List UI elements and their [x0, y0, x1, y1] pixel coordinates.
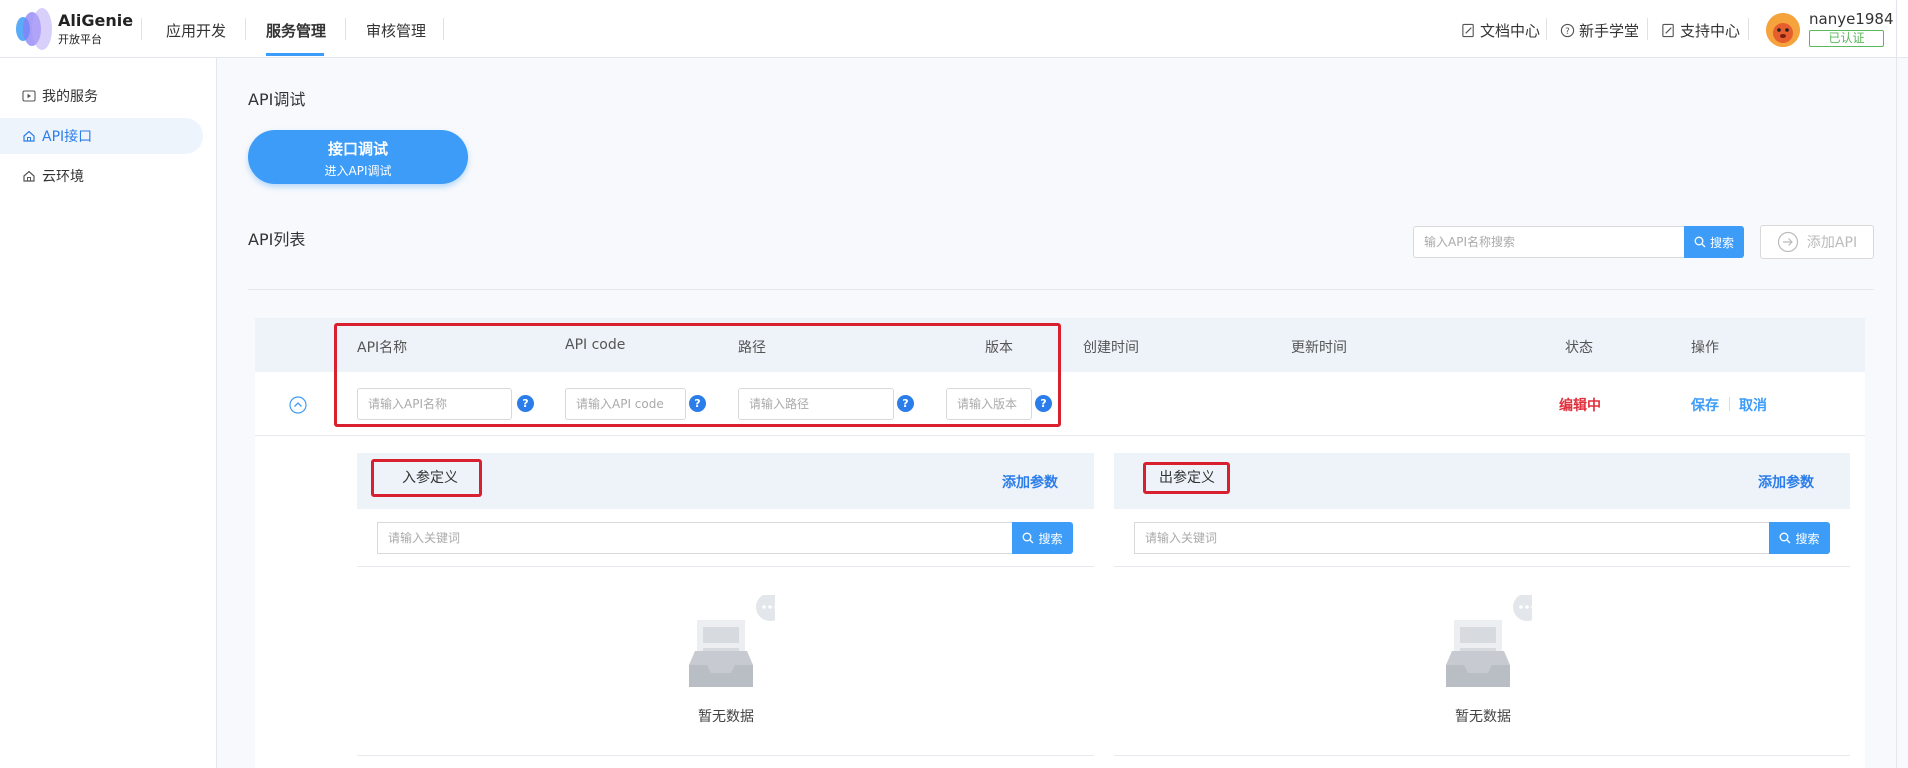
divider — [245, 18, 246, 40]
api-search-button[interactable]: 搜索 — [1684, 226, 1744, 258]
divider — [1896, 0, 1897, 58]
empty-inbox-icon — [689, 595, 775, 687]
sidebar-item-label: 我的服务 — [42, 89, 98, 105]
divider — [1896, 58, 1897, 768]
search-icon — [1023, 532, 1034, 544]
divider — [1114, 566, 1850, 567]
avatar[interactable] — [1766, 13, 1800, 47]
status-badge: 编辑中 — [1559, 398, 1601, 414]
nav-app-dev[interactable]: 应用开发 — [166, 20, 226, 41]
empty-inbox-icon — [1446, 595, 1532, 687]
home-icon — [23, 170, 35, 182]
annotation-highlight-box — [334, 323, 1061, 427]
divider — [1647, 18, 1648, 40]
question-circle-icon: ? — [1560, 23, 1575, 38]
support-center-link[interactable]: 支持中心 — [1661, 20, 1740, 41]
api-debug-button-label: 接口调试 — [327, 140, 388, 158]
divider — [1748, 18, 1749, 40]
search-icon — [1694, 236, 1706, 248]
column-header-actions: 操作 — [1691, 340, 1719, 356]
divider — [141, 18, 142, 40]
aligenie-logo-icon[interactable] — [14, 6, 54, 52]
column-header-status: 状态 — [1565, 340, 1593, 356]
nav-service-management[interactable]: 服务管理 — [266, 20, 326, 41]
add-input-param-link[interactable]: 添加参数 — [1002, 472, 1058, 492]
top-bar: AliGenie 开放平台 应用开发 服务管理 审核管理 文档中心 ? 新手学堂… — [0, 0, 1908, 58]
search-button-label: 搜索 — [1038, 531, 1063, 546]
svg-text:?: ? — [1565, 26, 1569, 36]
nav-review-management[interactable]: 审核管理 — [366, 20, 426, 41]
column-header-created-time: 创建时间 — [1083, 340, 1139, 356]
divider — [357, 755, 1094, 756]
annotation-highlight-box — [1143, 462, 1230, 494]
api-debug-button[interactable]: 接口调试 进入API调试 — [248, 130, 468, 184]
column-header-updated-time: 更新时间 — [1291, 340, 1347, 356]
annotation-highlight-box — [371, 459, 482, 497]
add-api-button[interactable]: 添加API — [1760, 225, 1874, 259]
docs-center-label: 文档中心 — [1480, 22, 1541, 40]
sidebar: 我的服务 API接口 云环境 — [0, 58, 217, 768]
username[interactable]: nanye1984 — [1809, 10, 1894, 28]
divider — [1546, 18, 1547, 40]
api-debug-title: API调试 — [248, 90, 306, 109]
chevron-up-circle-icon[interactable] — [289, 396, 307, 414]
api-debug-button-sublabel: 进入API调试 — [324, 164, 392, 178]
sidebar-item-my-services[interactable]: 我的服务 — [0, 78, 203, 114]
divider — [357, 566, 1094, 567]
sidebar-item-label: 云环境 — [42, 169, 84, 185]
add-api-label: 添加API — [1806, 235, 1858, 251]
divider — [248, 289, 1874, 290]
brand-subtitle: 开放平台 — [58, 33, 102, 46]
sidebar-item-api[interactable]: API接口 — [0, 118, 203, 154]
input-params-search-input[interactable]: 请输入关键词 — [377, 522, 1012, 554]
empty-state-text: 暂无数据 — [698, 709, 754, 725]
add-output-param-link[interactable]: 添加参数 — [1758, 472, 1814, 492]
divider — [1114, 755, 1850, 756]
search-button-label: 搜索 — [1709, 235, 1734, 250]
verified-badge: 已认证 — [1809, 30, 1884, 47]
divider — [443, 18, 444, 40]
brand-name[interactable]: AliGenie — [58, 11, 133, 30]
beginner-school-label: 新手学堂 — [1579, 22, 1640, 40]
home-icon — [23, 130, 35, 142]
support-center-label: 支持中心 — [1680, 22, 1741, 40]
docs-center-link[interactable]: 文档中心 — [1461, 20, 1540, 41]
document-edit-icon — [1462, 23, 1474, 38]
empty-state-text: 暂无数据 — [1455, 709, 1511, 725]
divider — [1729, 397, 1730, 411]
output-params-search-input[interactable]: 请输入关键词 — [1134, 522, 1770, 554]
search-button-label: 搜索 — [1795, 531, 1820, 546]
api-list-title: API列表 — [248, 230, 306, 249]
input-params-search-button[interactable]: 搜索 — [1012, 522, 1073, 554]
user-avatar-icon — [1766, 13, 1800, 47]
search-icon — [1780, 532, 1791, 544]
api-search-input[interactable]: 输入API名称搜索 — [1413, 226, 1684, 258]
output-params-search-button[interactable]: 搜索 — [1769, 522, 1830, 554]
document-edit-icon — [1662, 23, 1674, 38]
arrow-right-circle-icon — [1777, 231, 1799, 253]
beginner-school-link[interactable]: ? 新手学堂 — [1560, 20, 1639, 41]
play-square-icon — [22, 90, 36, 102]
cancel-link[interactable]: 取消 — [1739, 395, 1767, 415]
nav-active-indicator — [266, 53, 324, 56]
sidebar-item-label: API接口 — [42, 129, 93, 145]
divider — [345, 18, 346, 40]
save-link[interactable]: 保存 — [1691, 395, 1719, 415]
sidebar-item-cloud-env[interactable]: 云环境 — [0, 158, 203, 194]
